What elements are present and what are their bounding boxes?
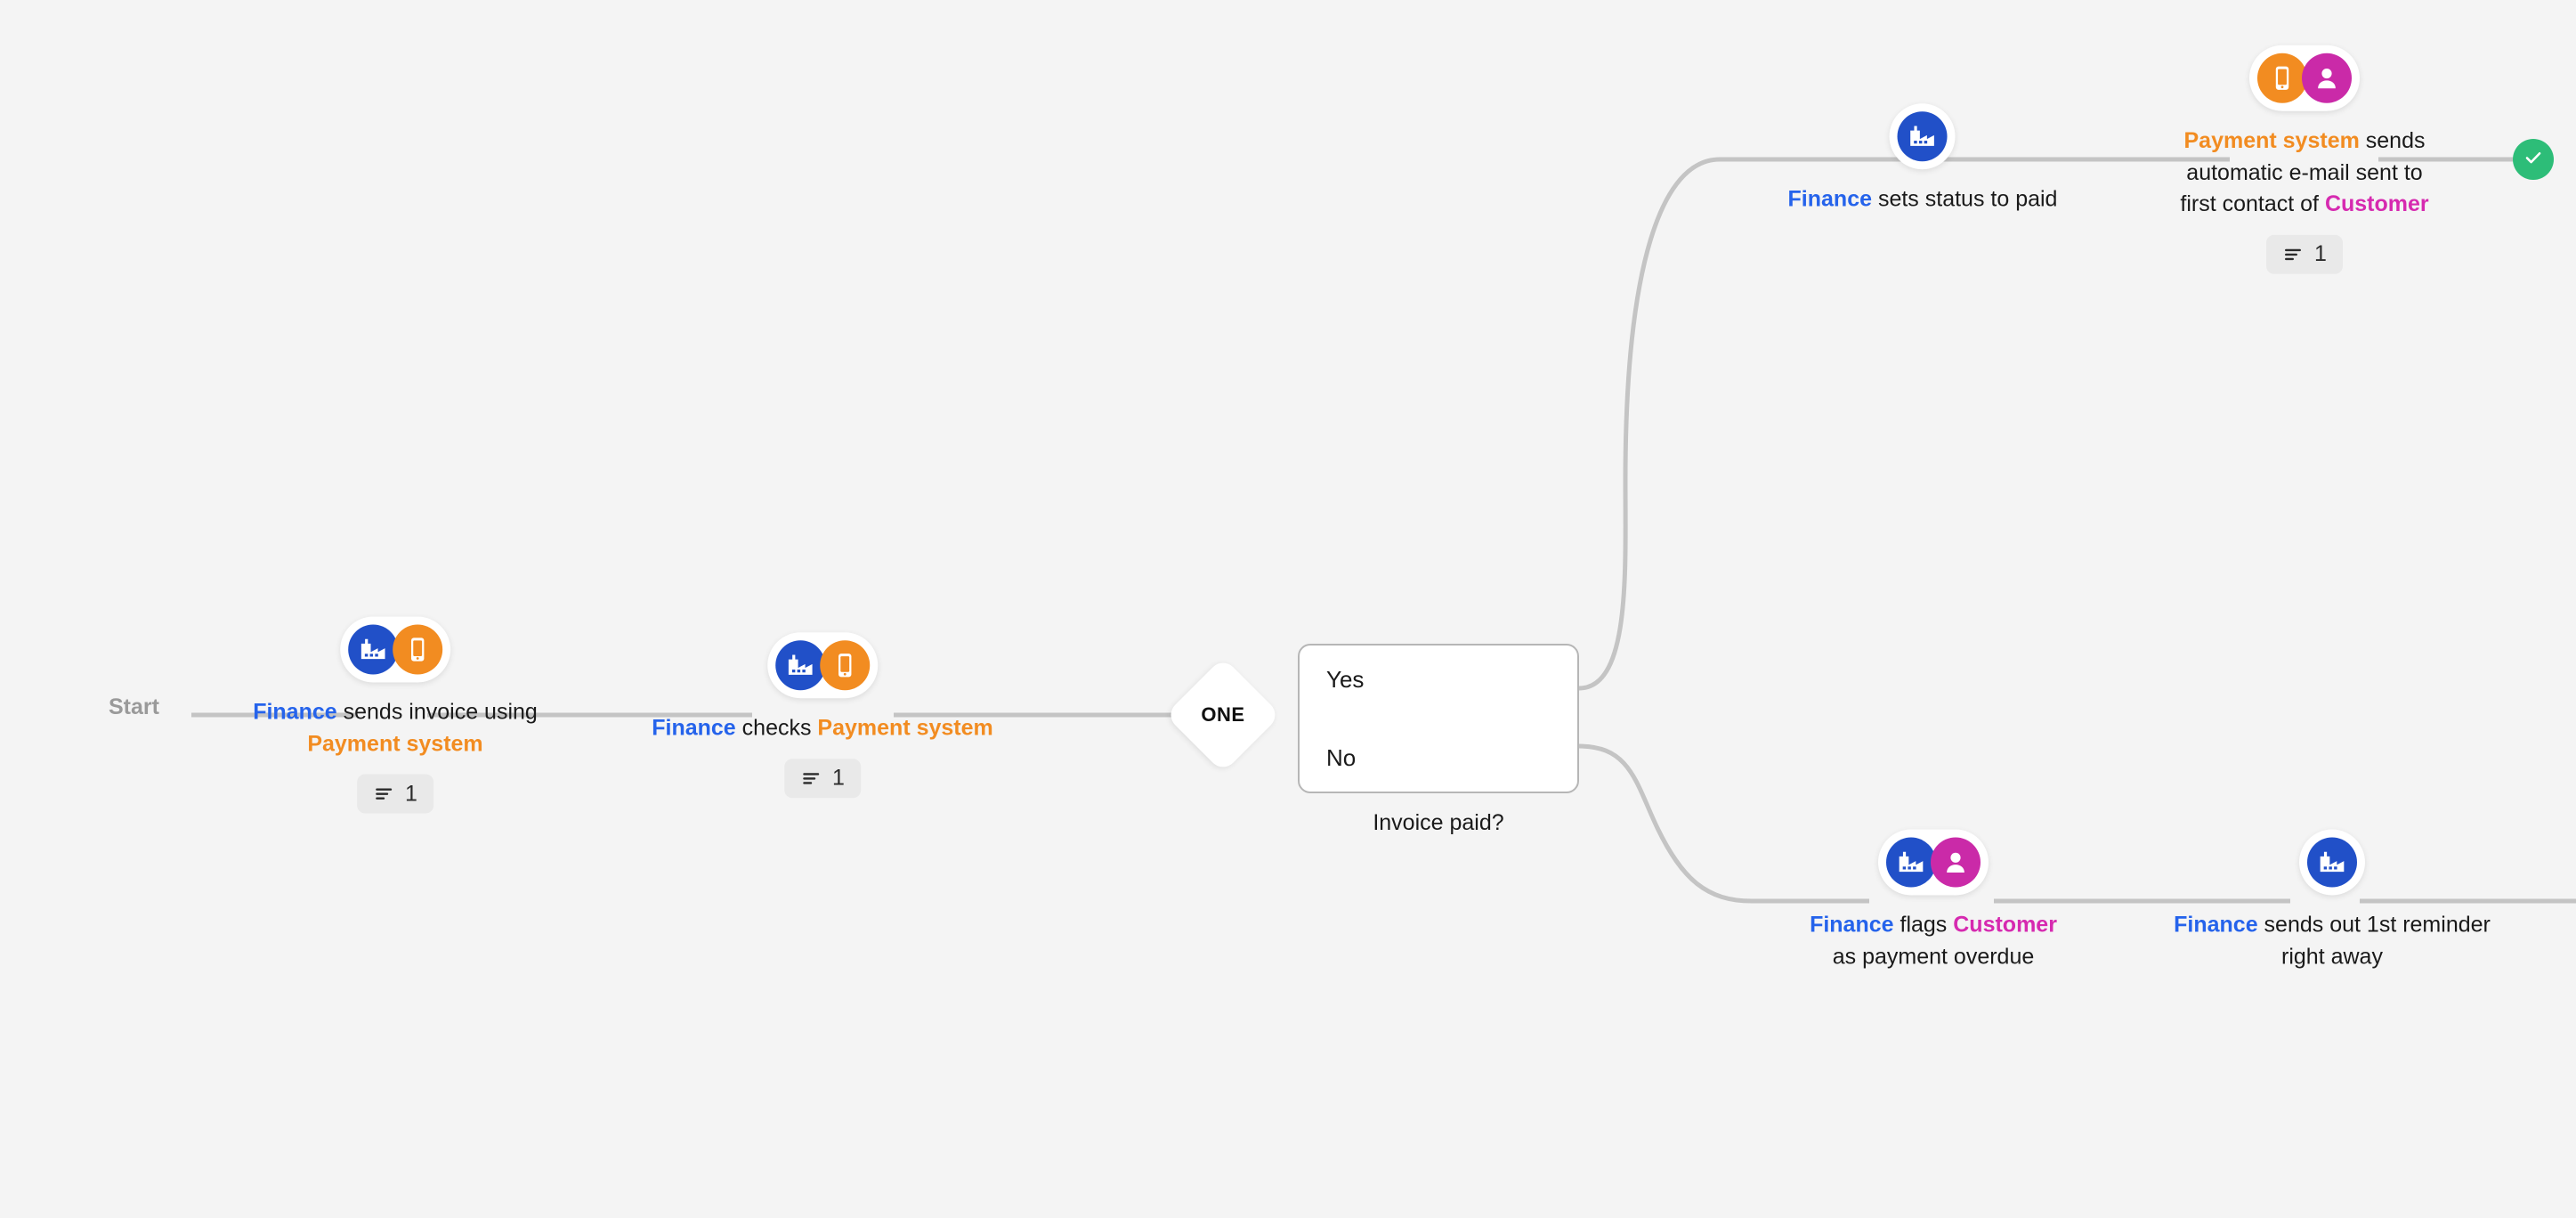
label-object: Payment system xyxy=(817,715,993,741)
node-label: Finance sets status to paid xyxy=(1788,183,2058,215)
label-verb: sends out 1st reminder right away xyxy=(2257,912,2491,970)
node-label: Payment system sends automatic e-mail se… xyxy=(2171,126,2438,221)
label-actor: Finance xyxy=(1810,912,1894,938)
label-actor: Finance xyxy=(652,715,736,741)
badge-count: 1 xyxy=(405,781,417,806)
label-verb: sends invoice using xyxy=(336,699,538,725)
icon-group xyxy=(340,616,450,683)
factory-icon xyxy=(774,640,825,691)
diamond-label: ONE xyxy=(1201,703,1245,726)
node-payment-system-sends-email[interactable]: Payment system sends automatic e-mail se… xyxy=(2171,45,2438,274)
node-finance-sends-1st-reminder[interactable]: Finance sends out 1st reminder right awa… xyxy=(2163,829,2501,973)
mobile-icon xyxy=(2257,53,2307,103)
badge-count: 1 xyxy=(832,765,845,791)
check-icon xyxy=(2522,146,2545,174)
node-label: Finance sends invoice using Payment syst… xyxy=(253,697,538,760)
label-object: Payment system xyxy=(307,731,483,756)
comment-count-badge[interactable]: 1 xyxy=(357,774,433,814)
node-finance-flags-customer-overdue[interactable]: Finance flags Customer as payment overdu… xyxy=(1795,829,2071,973)
end-marker xyxy=(2513,139,2554,180)
label-verb: checks xyxy=(735,715,818,741)
badge-count: 1 xyxy=(2314,240,2327,266)
branch-options-box[interactable]: Yes No xyxy=(1298,644,1579,793)
icon-group xyxy=(1890,103,1956,170)
label-verb: flags xyxy=(1893,912,1954,938)
node-label: Finance checks Payment system xyxy=(652,712,993,744)
factory-icon xyxy=(1898,111,1948,162)
person-icon xyxy=(2302,53,2352,103)
mobile-icon xyxy=(393,624,442,675)
node-finance-sends-invoice[interactable]: Finance sends invoice using Payment syst… xyxy=(253,616,538,814)
comment-count-badge[interactable]: 1 xyxy=(2266,234,2343,274)
factory-icon xyxy=(348,624,398,675)
label-object: Customer xyxy=(2324,191,2429,216)
factory-icon xyxy=(2307,837,2357,888)
comment-count-badge[interactable]: 1 xyxy=(784,758,861,798)
label-object: Customer xyxy=(1953,912,2057,938)
list-icon xyxy=(2282,243,2304,264)
label-verb: sets status to paid xyxy=(1872,186,2058,212)
edge-yes-branch xyxy=(1578,157,1905,691)
label-actor: Finance xyxy=(253,699,337,725)
list-icon xyxy=(800,767,822,789)
icon-group xyxy=(2249,45,2360,111)
start-label: Start xyxy=(109,694,159,719)
node-label: Finance flags Customer as payment overdu… xyxy=(1795,910,2071,973)
node-finance-sets-status-paid[interactable]: Finance sets status to paid xyxy=(1788,103,2058,215)
person-icon xyxy=(1931,837,1981,888)
mobile-icon xyxy=(819,640,870,691)
node-finance-checks-payment-system[interactable]: Finance checks Payment system 1 xyxy=(652,632,993,798)
branch-option-yes[interactable]: Yes xyxy=(1326,668,1577,691)
branch-caption: Invoice paid? xyxy=(1373,810,1504,835)
label-actor: Finance xyxy=(2174,912,2258,938)
decision-diamond[interactable]: ONE xyxy=(1164,656,1282,774)
icon-group xyxy=(1878,829,1989,896)
list-icon xyxy=(373,784,394,805)
node-label: Finance sends out 1st reminder right awa… xyxy=(2163,910,2501,973)
factory-icon xyxy=(1886,837,1936,888)
flowchart-canvas: Start Finance sends invoice using Paymen… xyxy=(0,0,2576,1218)
branch-option-no[interactable]: No xyxy=(1326,746,1577,769)
icon-group xyxy=(2299,829,2365,896)
label-actor: Payment system xyxy=(2183,127,2360,153)
label-suffix: as payment overdue xyxy=(1832,944,2035,969)
icon-group xyxy=(766,632,878,699)
label-actor: Finance xyxy=(1787,186,1873,212)
